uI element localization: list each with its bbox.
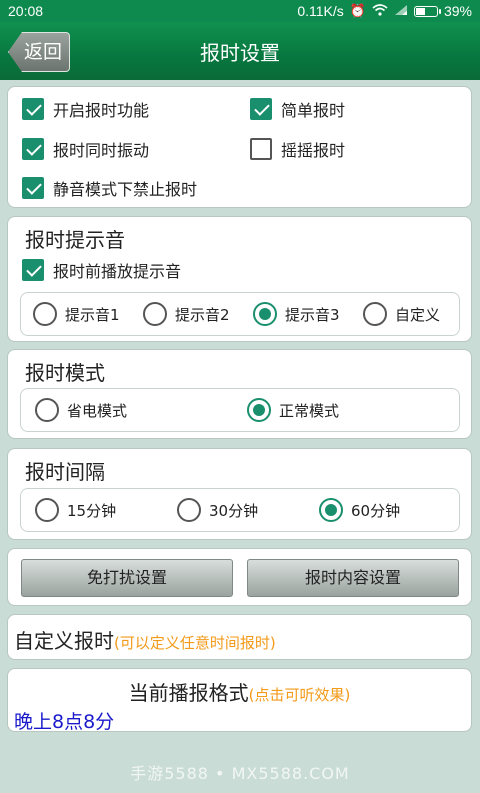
status-right: 0.11K/s ⏰ 39% [297,3,472,19]
custom-schedule-label: 自定义报时 [14,629,114,653]
mode-radio-group: 省电模式 正常模式 [20,388,460,432]
radio-label: 正常模式 [279,401,340,420]
mode-title: 报时模式 [25,361,105,385]
silent-checkbox[interactable]: 静音模式下禁止报时 [22,176,197,200]
simple-label: 简单报时 [281,101,346,120]
status-time: 20:08 [8,3,44,19]
radio-on-icon [253,302,277,326]
format-hint: (点击可听效果) [248,686,351,704]
radio-off-icon [177,498,201,522]
radio-sound-3[interactable]: 提示音3 [253,302,340,326]
radio-on-icon [319,498,343,522]
buttons-card: 免打扰设置 报时内容设置 [7,548,472,606]
radio-sound-custom[interactable]: 自定义 [363,302,440,326]
radio-on-icon [247,398,271,422]
radio-off-icon [35,498,59,522]
status-bar: 20:08 0.11K/s ⏰ 39% [0,0,480,22]
prompt-sound-title: 报时提示音 [25,228,125,252]
radio-power-saving[interactable]: 省电模式 [35,398,127,422]
vibrate-label: 报时同时振动 [53,141,150,160]
radio-60min[interactable]: 60分钟 [319,498,400,522]
custom-schedule-row: 自定义报时(可以定义任意时间报时) [14,625,276,654]
silent-label: 静音模式下禁止报时 [53,180,198,199]
title-bar: 返回 报时设置 [0,22,480,80]
radio-label: 省电模式 [67,401,128,420]
simple-checkbox[interactable]: 简单报时 [250,97,345,121]
custom-schedule-hint: (可以定义任意时间报时) [114,634,276,652]
radio-label: 提示音2 [175,305,230,324]
watermark: 手游5588 • MX5588.COM [130,764,350,783]
interval-card: 报时间隔 15分钟 30分钟 60分钟 [7,448,472,540]
enable-label: 开启报时功能 [53,101,150,120]
radio-label: 自定义 [395,305,441,324]
play-before-checkbox[interactable]: 报时前播放提示音 [22,258,181,282]
network-speed: 0.11K/s [297,3,344,19]
enable-checkbox[interactable]: 开启报时功能 [22,97,149,121]
prompt-sound-radio-group: 提示音1 提示音2 提示音3 自定义 [20,292,460,336]
radio-15min[interactable]: 15分钟 [35,498,116,522]
interval-title: 报时间隔 [25,460,105,484]
shake-label: 摇摇报时 [281,141,346,160]
radio-off-icon [33,302,57,326]
radio-label: 提示音3 [285,305,340,324]
content-settings-button[interactable]: 报时内容设置 [247,559,459,597]
alarm-icon: ⏰ [349,3,366,18]
radio-label: 60分钟 [351,501,401,520]
battery-fill [415,7,425,15]
radio-normal[interactable]: 正常模式 [247,398,339,422]
play-before-label: 报时前播放提示音 [53,262,182,281]
format-label: 当前播报格式 [128,681,249,705]
battery-icon [413,5,441,17]
radio-sound-1[interactable]: 提示音1 [33,302,120,326]
wifi-icon [372,3,388,19]
radio-30min[interactable]: 30分钟 [177,498,258,522]
radio-sound-2[interactable]: 提示音2 [143,302,230,326]
format-header: 当前播报格式(点击可听效果) [8,677,471,706]
shake-checkbox[interactable]: 摇摇报时 [250,137,345,161]
checkbox-checked-icon [22,177,44,199]
checkbox-unchecked-icon [250,138,272,160]
options-card: 开启报时功能 简单报时 报时同时振动 摇摇报时 静音模式下禁止报时 [7,86,472,208]
checkbox-checked-icon [22,98,44,120]
battery-percent: 39% [443,3,472,19]
checkbox-checked-icon [22,259,44,281]
prompt-sound-card: 报时提示音 报时前播放提示音 提示音1 提示音2 提示音3 自定义 [7,216,472,342]
vibrate-checkbox[interactable]: 报时同时振动 [22,137,149,161]
radio-label: 15分钟 [67,501,117,520]
format-value: 晚上8点8分 [14,711,115,733]
radio-label: 提示音1 [65,305,120,324]
mode-card: 报时模式 省电模式 正常模式 [7,349,472,439]
signal-icon [394,4,408,19]
custom-schedule-card[interactable]: 自定义报时(可以定义任意时间报时) [7,614,472,660]
dnd-settings-button[interactable]: 免打扰设置 [21,559,233,597]
format-card[interactable]: 当前播报格式(点击可听效果) 晚上8点8分 [7,668,472,733]
radio-off-icon [363,302,387,326]
checkbox-checked-icon [250,98,272,120]
interval-radio-group: 15分钟 30分钟 60分钟 [20,488,460,532]
checkbox-checked-icon [22,138,44,160]
radio-label: 30分钟 [209,501,259,520]
radio-off-icon [143,302,167,326]
radio-off-icon [35,398,59,422]
page-title: 报时设置 [200,41,280,65]
